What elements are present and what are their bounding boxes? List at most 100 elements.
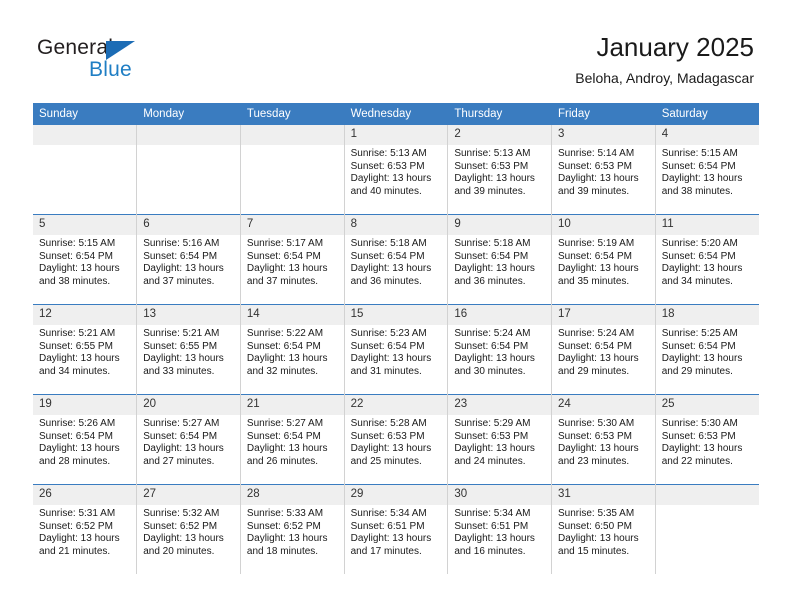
day-number: 6 <box>137 215 240 235</box>
weekday-header-saturday: Saturday <box>655 103 759 125</box>
sunrise-text: Sunrise: 5:14 AM <box>558 148 635 159</box>
day-number: 2 <box>448 125 552 145</box>
calendar-day-cell[interactable]: 11 Sunrise: 5:20 AM Sunset: 6:54 PM Dayligh… <box>655 214 759 305</box>
weekday-header-wednesday: Wednesday <box>344 103 449 125</box>
general-blue-logo[interactable]: General Blue <box>37 36 167 86</box>
day-details: Sunrise: 5:34 AM Sunset: 6:51 PM Daylight:… <box>448 505 551 558</box>
sunrise-text: Sunrise: 5:35 AM <box>558 508 635 519</box>
sunrise-text: Sunrise: 5:24 AM <box>558 328 635 339</box>
daylight-text-line1: Daylight: 13 hours <box>661 443 743 455</box>
sunset-text: Sunset: 6:54 PM <box>39 430 113 442</box>
page-title: January 2025 <box>596 32 754 62</box>
sunset-text: Sunset: 6:54 PM <box>661 250 736 262</box>
calendar-day-cell[interactable]: 31 Sunrise: 5:35 AM Sunset: 6:50 PM Dayligh… <box>551 484 656 574</box>
day-number: 4 <box>655 125 759 145</box>
daylight-text-line2: and 21 minutes. <box>39 545 111 557</box>
sunrise-text: Sunrise: 5:24 AM <box>454 328 531 339</box>
day-number <box>655 485 759 505</box>
daylight-text-line2: and 37 minutes. <box>143 275 215 287</box>
calendar-week-row: 19 Sunrise: 5:26 AM Sunset: 6:54 PM Dayligh… <box>33 394 759 485</box>
day-number <box>33 125 137 145</box>
calendar-day-cell[interactable]: 12 Sunrise: 5:21 AM Sunset: 6:55 PM Dayligh… <box>33 304 138 395</box>
calendar-day-cell[interactable]: 20 Sunrise: 5:27 AM Sunset: 6:54 PM Dayligh… <box>136 394 241 485</box>
sunset-text: Sunset: 6:54 PM <box>454 250 529 262</box>
daylight-text-line2: and 18 minutes. <box>246 545 319 557</box>
calendar-day-cell[interactable]: 8 Sunrise: 5:18 AM Sunset: 6:54 PM Daylight… <box>344 214 449 305</box>
page-header: General Blue January 2025 Beloha, Androy… <box>0 0 792 103</box>
calendar-day-cell[interactable]: 13 Sunrise: 5:21 AM Sunset: 6:55 PM Dayligh… <box>136 304 241 395</box>
calendar-day-cell[interactable]: 23 Sunrise: 5:29 AM Sunset: 6:53 PM Dayligh… <box>447 394 553 485</box>
calendar-day-cell[interactable]: 14 Sunrise: 5:22 AM Sunset: 6:54 PM Dayligh… <box>240 304 345 395</box>
calendar-day-cell[interactable]: 6 Sunrise: 5:16 AM Sunset: 6:54 PM Daylight… <box>136 214 241 305</box>
day-details: Sunrise: 5:31 AM Sunset: 6:52 PM Daylight:… <box>33 505 136 558</box>
daylight-text-line1: Daylight: 13 hours <box>454 353 535 365</box>
sunset-text: Sunset: 6:53 PM <box>454 160 529 172</box>
location-subtitle: Beloha, Androy, Madagascar <box>575 70 754 86</box>
daylight-text-line1: Daylight: 13 hours <box>350 443 432 455</box>
daylight-text-line2: and 17 minutes. <box>350 545 422 557</box>
day-details: Sunrise: 5:27 AM Sunset: 6:54 PM Daylight:… <box>137 415 240 468</box>
calendar-day-cell[interactable]: 15 Sunrise: 5:23 AM Sunset: 6:54 PM Dayligh… <box>344 304 449 395</box>
day-number: 27 <box>137 485 240 505</box>
calendar-day-cell[interactable]: 28 Sunrise: 5:33 AM Sunset: 6:52 PM Dayligh… <box>240 484 345 574</box>
daylight-text-line2: and 37 minutes. <box>246 275 319 287</box>
calendar-day-cell[interactable]: 26 Sunrise: 5:31 AM Sunset: 6:52 PM Dayligh… <box>33 484 138 574</box>
sunrise-text: Sunrise: 5:27 AM <box>246 418 324 429</box>
sunrise-text: Sunrise: 5:34 AM <box>350 508 427 519</box>
daylight-text-line2: and 36 minutes. <box>454 275 526 287</box>
day-number: 28 <box>240 485 344 505</box>
calendar-day-cell[interactable]: 21 Sunrise: 5:27 AM Sunset: 6:54 PM Dayligh… <box>240 394 345 485</box>
sunrise-text: Sunrise: 5:22 AM <box>246 328 324 339</box>
sunset-text: Sunset: 6:54 PM <box>558 340 632 352</box>
daylight-text-line1: Daylight: 13 hours <box>350 263 432 275</box>
daylight-text-line1: Daylight: 13 hours <box>246 533 328 545</box>
calendar-day-cell[interactable]: 18 Sunrise: 5:25 AM Sunset: 6:54 PM Dayligh… <box>655 304 759 395</box>
daylight-text-line1: Daylight: 13 hours <box>558 533 639 545</box>
calendar-day-cell[interactable]: 1 Sunrise: 5:13 AM Sunset: 6:53 PM Daylight… <box>344 125 449 215</box>
day-details: Sunrise: 5:21 AM Sunset: 6:55 PM Daylight:… <box>137 325 240 378</box>
daylight-text-line2: and 23 minutes. <box>558 455 630 467</box>
calendar-day-cell[interactable]: 27 Sunrise: 5:32 AM Sunset: 6:52 PM Dayligh… <box>136 484 241 574</box>
day-details: Sunrise: 5:18 AM Sunset: 6:54 PM Daylight:… <box>345 235 448 288</box>
calendar-day-cell[interactable]: 29 Sunrise: 5:34 AM Sunset: 6:51 PM Dayligh… <box>344 484 449 574</box>
day-number: 31 <box>552 485 655 505</box>
daylight-text-line1: Daylight: 13 hours <box>246 353 328 365</box>
day-details: Sunrise: 5:27 AM Sunset: 6:54 PM Daylight:… <box>241 415 344 468</box>
day-details: Sunrise: 5:30 AM Sunset: 6:53 PM Daylight:… <box>656 415 759 468</box>
weekday-header: Sunday Monday Tuesday Wednesday Thursday Frid… <box>33 103 759 125</box>
day-number: 15 <box>344 305 448 325</box>
calendar-day-cell[interactable]: 10 Sunrise: 5:19 AM Sunset: 6:54 PM Dayligh… <box>551 214 656 305</box>
daylight-text-line2: and 36 minutes. <box>350 275 422 287</box>
sunrise-text: Sunrise: 5:32 AM <box>143 508 220 519</box>
day-number: 8 <box>344 215 448 235</box>
daylight-text-line2: and 38 minutes. <box>39 275 111 287</box>
calendar-day-cell[interactable]: 22 Sunrise: 5:28 AM Sunset: 6:53 PM Dayligh… <box>344 394 449 485</box>
daylight-text-line1: Daylight: 13 hours <box>661 353 743 365</box>
calendar-day-cell[interactable]: 19 Sunrise: 5:26 AM Sunset: 6:54 PM Dayligh… <box>33 394 138 485</box>
calendar-day-cell[interactable]: 30 Sunrise: 5:34 AM Sunset: 6:51 PM Dayligh… <box>447 484 553 574</box>
calendar-day-cell[interactable]: 3 Sunrise: 5:14 AM Sunset: 6:53 PM Daylight… <box>551 125 656 215</box>
sunset-text: Sunset: 6:55 PM <box>39 340 113 352</box>
calendar-day-cell[interactable]: 16 Sunrise: 5:24 AM Sunset: 6:54 PM Dayligh… <box>447 304 553 395</box>
calendar-day-cell[interactable]: 2 Sunrise: 5:13 AM Sunset: 6:53 PM Daylight… <box>447 125 553 215</box>
day-number: 11 <box>655 215 759 235</box>
sunset-text: Sunset: 6:54 PM <box>661 160 736 172</box>
sunset-text: Sunset: 6:52 PM <box>246 520 321 532</box>
calendar-day-cell[interactable]: 25 Sunrise: 5:30 AM Sunset: 6:53 PM Dayligh… <box>655 394 759 485</box>
calendar-day-cell[interactable]: 7 Sunrise: 5:17 AM Sunset: 6:54 PM Daylight… <box>240 214 345 305</box>
daylight-text-line2: and 32 minutes. <box>246 365 319 377</box>
calendar-day-cell[interactable]: 24 Sunrise: 5:30 AM Sunset: 6:53 PM Dayligh… <box>551 394 656 485</box>
day-details: Sunrise: 5:30 AM Sunset: 6:53 PM Daylight:… <box>552 415 655 468</box>
day-details: Sunrise: 5:29 AM Sunset: 6:53 PM Daylight:… <box>448 415 551 468</box>
calendar-day-cell[interactable]: 5 Sunrise: 5:15 AM Sunset: 6:54 PM Daylight… <box>33 214 138 305</box>
day-details: Sunrise: 5:34 AM Sunset: 6:51 PM Daylight:… <box>345 505 448 558</box>
calendar-day-cell[interactable]: 9 Sunrise: 5:18 AM Sunset: 6:54 PM Daylight… <box>447 214 553 305</box>
calendar-week-row: 1 Sunrise: 5:13 AM Sunset: 6:53 PM Daylight… <box>33 125 759 215</box>
sunset-text: Sunset: 6:51 PM <box>454 520 529 532</box>
sunset-text: Sunset: 6:54 PM <box>350 340 425 352</box>
calendar-day-cell[interactable]: 4 Sunrise: 5:15 AM Sunset: 6:54 PM Daylight… <box>655 125 759 215</box>
sunset-text: Sunset: 6:53 PM <box>350 430 425 442</box>
day-details: Sunrise: 5:23 AM Sunset: 6:54 PM Daylight:… <box>345 325 448 378</box>
calendar-day-cell[interactable]: 17 Sunrise: 5:24 AM Sunset: 6:54 PM Dayligh… <box>551 304 656 395</box>
daylight-text-line1: Daylight: 13 hours <box>39 443 120 455</box>
